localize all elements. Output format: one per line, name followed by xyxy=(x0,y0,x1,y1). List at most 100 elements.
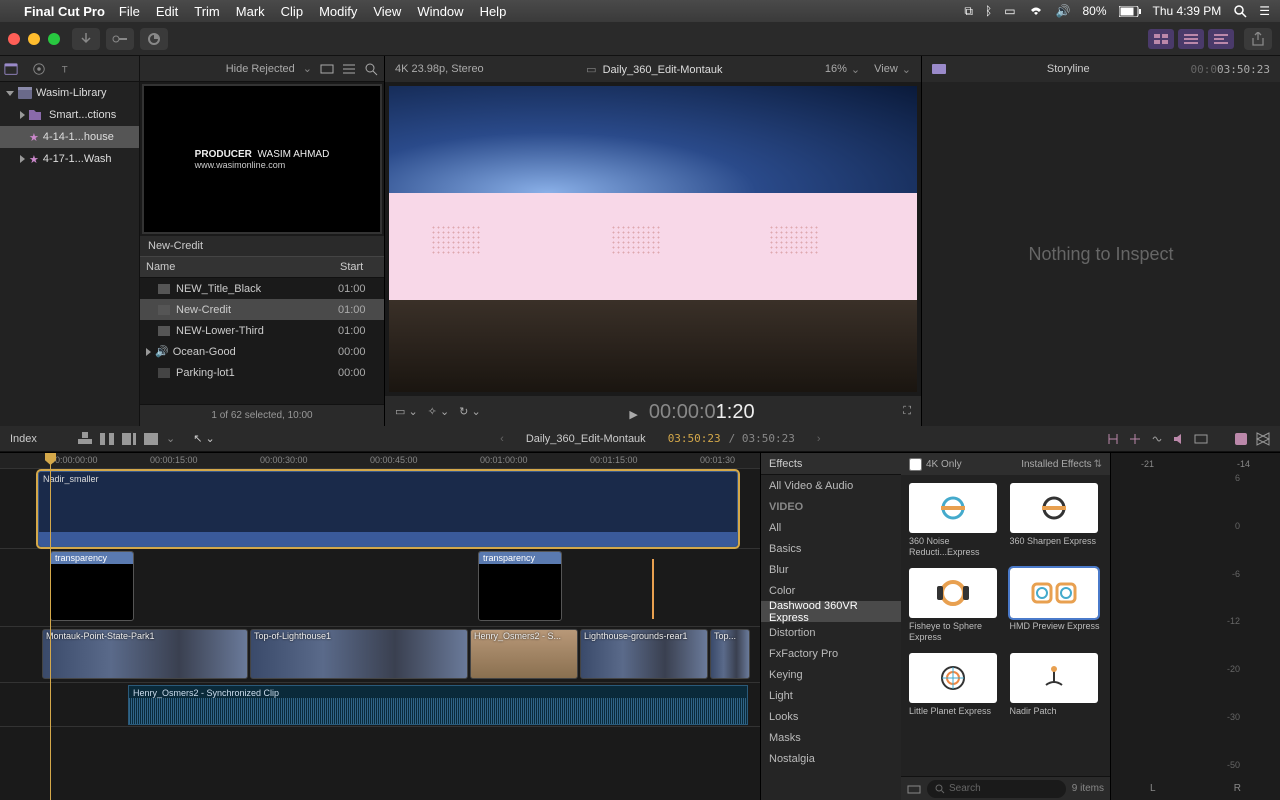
effect-item[interactable]: 360 Noise Reducti...Express xyxy=(909,483,1002,558)
app-name[interactable]: Final Cut Pro xyxy=(24,4,105,19)
insert-icon[interactable] xyxy=(100,432,114,446)
photos-icon[interactable] xyxy=(32,62,46,76)
lib-event[interactable]: ★ 4-17-1...Wash xyxy=(0,148,139,170)
video-clip[interactable]: Montauk-Point-State-Park1 xyxy=(42,629,248,679)
effect-item[interactable]: Nadir Patch xyxy=(1010,653,1103,728)
clip-row[interactable]: NEW_Title_Black01:00 xyxy=(140,278,384,299)
audio-clip[interactable]: Henry_Osmers2 - Synchronized Clip xyxy=(128,685,748,725)
video-clip[interactable]: Top-of-Lighthouse1 xyxy=(250,629,468,679)
library-root[interactable]: Wasim-Library xyxy=(0,82,139,104)
play-button[interactable]: ▶ xyxy=(629,409,637,421)
search-icon[interactable] xyxy=(364,62,378,76)
titles-icon[interactable]: T xyxy=(60,62,74,76)
library-icon[interactable] xyxy=(4,62,18,76)
menu-mark[interactable]: Mark xyxy=(236,4,265,19)
minimize-button[interactable] xyxy=(28,33,40,45)
chevron-down-icon[interactable]: ⌄ xyxy=(851,63,860,76)
col-name[interactable]: Name xyxy=(140,261,334,273)
list-icon[interactable] xyxy=(342,62,356,76)
effect-cat[interactable]: Distortion xyxy=(761,622,901,643)
fullscreen-icon[interactable]: ⛶ xyxy=(903,405,911,418)
4k-only-checkbox[interactable] xyxy=(909,458,922,471)
timeline-ruler[interactable]: 00:00:00:00 00:00:15:00 00:00:30:00 00:0… xyxy=(0,453,760,469)
timeline[interactable]: 00:00:00:00 00:00:15:00 00:00:30:00 00:0… xyxy=(0,453,760,800)
effect-cat[interactable]: Light xyxy=(761,685,901,706)
volume-icon[interactable]: 🔊 xyxy=(1056,4,1071,18)
menu-edit[interactable]: Edit xyxy=(156,4,178,19)
crop-menu[interactable]: ✧ ⌄ xyxy=(428,405,450,418)
inspector-toggle[interactable] xyxy=(1208,29,1234,49)
lib-smart[interactable]: Smart...ctions xyxy=(0,104,139,126)
view-menu[interactable]: View xyxy=(874,63,898,75)
skim-icon[interactable] xyxy=(1128,432,1142,446)
snap-icon[interactable] xyxy=(1106,432,1120,446)
effect-cat[interactable]: Nostalgia xyxy=(761,748,901,769)
tl-back[interactable]: ‹ xyxy=(500,433,504,445)
effect-cat[interactable]: FxFactory Pro xyxy=(761,643,901,664)
close-button[interactable] xyxy=(8,33,20,45)
keyword-button[interactable] xyxy=(106,28,134,50)
marker[interactable] xyxy=(652,559,654,619)
cat-all-va[interactable]: All Video & Audio xyxy=(761,475,901,496)
wifi-icon[interactable] xyxy=(1028,5,1044,17)
clip-row[interactable]: New-Credit01:00 xyxy=(140,299,384,320)
zoom-level[interactable]: 16% xyxy=(825,63,847,75)
filmstrip-icon[interactable] xyxy=(320,62,334,76)
effect-cat[interactable]: All xyxy=(761,517,901,538)
share-button[interactable] xyxy=(1244,28,1272,50)
browser-toggle[interactable] xyxy=(1148,29,1174,49)
effect-cat[interactable]: Keying xyxy=(761,664,901,685)
transform-menu[interactable]: ▭ ⌄ xyxy=(395,405,418,418)
append-icon[interactable] xyxy=(122,432,136,446)
audio-skim-icon[interactable] xyxy=(1150,432,1164,446)
effects-search[interactable]: Search xyxy=(927,780,1066,798)
select-tool[interactable]: ↖ ⌄ xyxy=(193,432,215,445)
bluetooth-icon[interactable]: ᛒ xyxy=(985,4,992,18)
clip-row[interactable]: NEW-Lower-Third01:00 xyxy=(140,320,384,341)
effect-cat[interactable]: Dashwood 360VR Express xyxy=(761,601,901,622)
connect-icon[interactable] xyxy=(78,432,92,446)
menu-help[interactable]: Help xyxy=(480,4,507,19)
tl-fwd[interactable]: › xyxy=(817,433,821,445)
menu-clip[interactable]: Clip xyxy=(281,4,303,19)
transparency-clip[interactable]: transparency xyxy=(50,551,134,621)
effect-item[interactable]: Fisheye to Sphere Express xyxy=(909,568,1002,643)
lib-event-selected[interactable]: ★ 4-14-1...house xyxy=(0,126,139,148)
dropbox-icon[interactable]: ⧉ xyxy=(964,4,973,19)
clip-row[interactable]: Parking-lot100:00 xyxy=(140,362,384,383)
retime-menu[interactable]: ↻ ⌄ xyxy=(459,405,481,418)
info-icon[interactable] xyxy=(932,62,946,76)
video-clip[interactable]: Henry_Osmers2 - S... xyxy=(470,629,578,679)
overwrite-icon[interactable] xyxy=(144,432,158,446)
viewer-canvas[interactable] xyxy=(385,82,921,396)
import-button[interactable] xyxy=(72,28,100,50)
effect-cat[interactable]: Blur xyxy=(761,559,901,580)
transparency-clip[interactable]: transparency xyxy=(478,551,562,621)
effect-item[interactable]: 360 Sharpen Express xyxy=(1010,483,1103,558)
effect-cat[interactable]: Looks xyxy=(761,706,901,727)
installed-filter[interactable]: Installed Effects xyxy=(1021,459,1091,470)
video-clip[interactable]: Lighthouse-grounds-rear1 xyxy=(580,629,708,679)
clip-row[interactable]: 🔊Ocean-Good00:00 xyxy=(140,341,384,362)
clip-appearance-icon[interactable] xyxy=(1194,432,1208,446)
chevron-down-icon[interactable]: ⌄ xyxy=(166,432,175,445)
playhead[interactable] xyxy=(50,453,51,800)
screen-share-icon[interactable]: ▭ xyxy=(1004,4,1015,18)
effects-browser-icon[interactable] xyxy=(1234,432,1248,446)
effect-cat[interactable]: Basics xyxy=(761,538,901,559)
col-start[interactable]: Start xyxy=(334,261,384,273)
battery-icon[interactable] xyxy=(1119,6,1141,17)
effect-cat[interactable]: Masks xyxy=(761,727,901,748)
effect-item[interactable]: HMD Preview Express xyxy=(1010,568,1103,643)
clock[interactable]: Thu 4:39 PM xyxy=(1153,4,1222,18)
spotlight-icon[interactable] xyxy=(1233,4,1247,18)
notification-icon[interactable]: ☰ xyxy=(1259,4,1270,18)
menu-view[interactable]: View xyxy=(373,4,401,19)
solo-icon[interactable] xyxy=(1172,432,1186,446)
menu-window[interactable]: Window xyxy=(417,4,463,19)
transitions-browser-icon[interactable] xyxy=(1256,432,1270,446)
menu-file[interactable]: File xyxy=(119,4,140,19)
menu-trim[interactable]: Trim xyxy=(194,4,220,19)
hide-rejected[interactable]: Hide Rejected xyxy=(226,63,295,75)
chevron-down-icon[interactable]: ⌄ xyxy=(303,62,312,75)
